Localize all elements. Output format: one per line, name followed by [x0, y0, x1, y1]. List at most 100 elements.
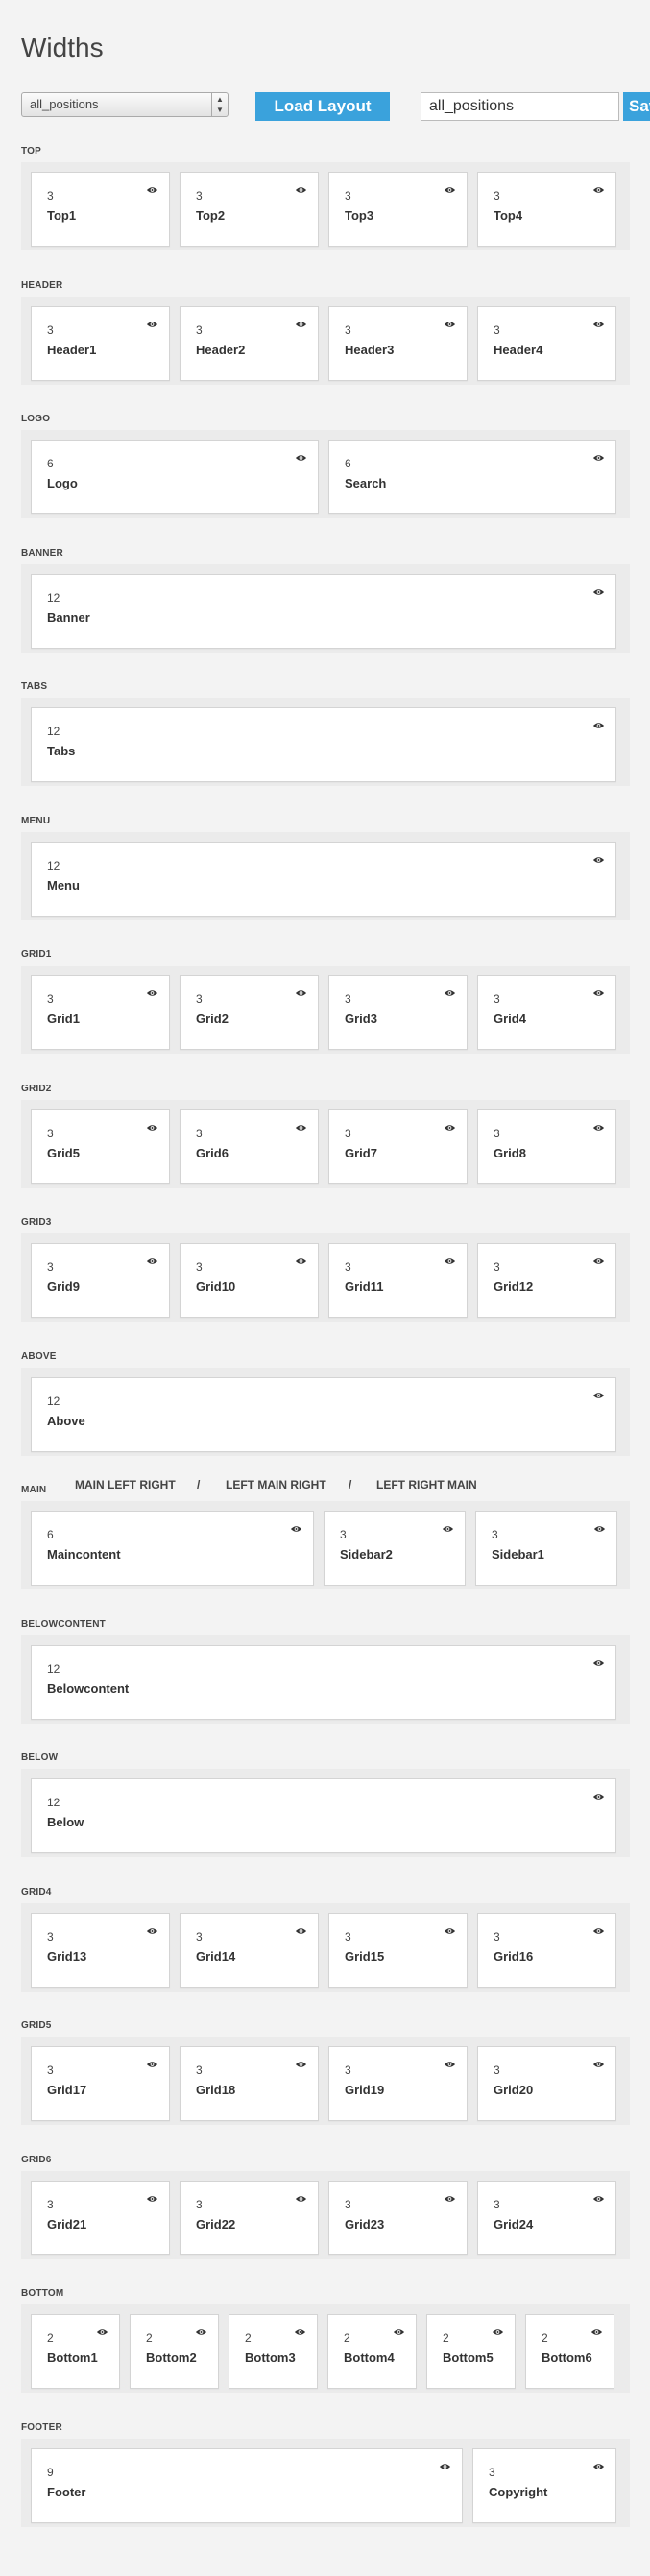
eye-icon[interactable]: [146, 2190, 158, 2202]
eye-icon[interactable]: [592, 985, 605, 996]
position-card-grid22[interactable]: 3 Grid22: [180, 2181, 319, 2255]
eye-icon[interactable]: [146, 1119, 158, 1131]
eye-icon[interactable]: [195, 2324, 207, 2335]
eye-icon[interactable]: [96, 2324, 108, 2335]
eye-icon[interactable]: [592, 1252, 605, 1264]
position-card-menu[interactable]: 12 Menu: [31, 842, 616, 917]
position-card-footer[interactable]: 9 Footer: [31, 2448, 463, 2523]
position-card-grid17[interactable]: 3 Grid17: [31, 2046, 170, 2121]
eye-icon[interactable]: [295, 181, 307, 193]
position-card-top3[interactable]: 3 Top3: [328, 172, 468, 247]
position-card-logo[interactable]: 6 Logo: [31, 440, 319, 514]
position-card-grid11[interactable]: 3 Grid11: [328, 1243, 468, 1318]
layout-option-left-right-main[interactable]: LEFT RIGHT MAIN: [376, 1478, 477, 1491]
eye-icon[interactable]: [444, 1119, 456, 1131]
eye-icon[interactable]: [146, 316, 158, 327]
position-card-grid16[interactable]: 3 Grid16: [477, 1913, 616, 1988]
eye-icon[interactable]: [592, 316, 605, 327]
eye-icon[interactable]: [592, 851, 605, 863]
position-card-grid4[interactable]: 3 Grid4: [477, 975, 616, 1050]
eye-icon[interactable]: [592, 1788, 605, 1800]
eye-icon[interactable]: [295, 1119, 307, 1131]
eye-icon[interactable]: [295, 1922, 307, 1934]
eye-icon[interactable]: [593, 1520, 606, 1532]
position-card-top2[interactable]: 3 Top2: [180, 172, 319, 247]
eye-icon[interactable]: [444, 316, 456, 327]
position-card-grid2[interactable]: 3 Grid2: [180, 975, 319, 1050]
position-card-header4[interactable]: 3 Header4: [477, 306, 616, 381]
position-card-grid19[interactable]: 3 Grid19: [328, 2046, 468, 2121]
eye-icon[interactable]: [492, 2324, 504, 2335]
position-card-header3[interactable]: 3 Header3: [328, 306, 468, 381]
position-card-sidebar1[interactable]: 3 Sidebar1: [475, 1511, 617, 1586]
eye-icon[interactable]: [146, 181, 158, 193]
position-card-grid24[interactable]: 3 Grid24: [477, 2181, 616, 2255]
eye-icon[interactable]: [444, 181, 456, 193]
position-card-bottom6[interactable]: 2 Bottom6: [525, 2314, 614, 2389]
eye-icon[interactable]: [592, 449, 605, 461]
eye-icon[interactable]: [444, 1922, 456, 1934]
save-button[interactable]: Save: [623, 92, 650, 121]
eye-icon[interactable]: [444, 2056, 456, 2067]
eye-icon[interactable]: [295, 2056, 307, 2067]
eye-icon[interactable]: [439, 2458, 451, 2469]
position-card-top4[interactable]: 3 Top4: [477, 172, 616, 247]
load-layout-button[interactable]: Load Layout: [255, 92, 390, 121]
eye-icon[interactable]: [146, 2056, 158, 2067]
position-card-grid15[interactable]: 3 Grid15: [328, 1913, 468, 1988]
position-card-maincontent[interactable]: 6 Maincontent: [31, 1511, 314, 1586]
layout-option-main-left-right[interactable]: MAIN LEFT RIGHT: [75, 1478, 176, 1491]
layout-select[interactable]: all_positions ▲ ▼: [21, 92, 229, 117]
eye-icon[interactable]: [146, 1922, 158, 1934]
eye-icon[interactable]: [294, 2324, 306, 2335]
eye-icon[interactable]: [295, 449, 307, 461]
position-card-copyright[interactable]: 3 Copyright: [472, 2448, 616, 2523]
eye-icon[interactable]: [592, 1387, 605, 1398]
position-card-below[interactable]: 12 Below: [31, 1778, 616, 1853]
position-card-above[interactable]: 12 Above: [31, 1377, 616, 1452]
eye-icon[interactable]: [590, 2324, 603, 2335]
layout-name-input[interactable]: [421, 92, 619, 121]
position-card-header2[interactable]: 3 Header2: [180, 306, 319, 381]
position-card-grid7[interactable]: 3 Grid7: [328, 1109, 468, 1184]
eye-icon[interactable]: [592, 2190, 605, 2202]
eye-icon[interactable]: [592, 1922, 605, 1934]
position-card-tabs[interactable]: 12 Tabs: [31, 707, 616, 782]
eye-icon[interactable]: [592, 1655, 605, 1666]
eye-icon[interactable]: [444, 985, 456, 996]
eye-icon[interactable]: [146, 985, 158, 996]
eye-icon[interactable]: [295, 1252, 307, 1264]
position-card-grid12[interactable]: 3 Grid12: [477, 1243, 616, 1318]
position-card-banner[interactable]: 12 Banner: [31, 574, 616, 649]
position-card-grid21[interactable]: 3 Grid21: [31, 2181, 170, 2255]
position-card-top1[interactable]: 3 Top1: [31, 172, 170, 247]
position-card-grid1[interactable]: 3 Grid1: [31, 975, 170, 1050]
eye-icon[interactable]: [592, 717, 605, 728]
position-card-grid18[interactable]: 3 Grid18: [180, 2046, 319, 2121]
eye-icon[interactable]: [290, 1520, 302, 1532]
position-card-grid23[interactable]: 3 Grid23: [328, 2181, 468, 2255]
eye-icon[interactable]: [444, 2190, 456, 2202]
position-card-search[interactable]: 6 Search: [328, 440, 616, 514]
layout-option-left-main-right[interactable]: LEFT MAIN RIGHT: [226, 1478, 326, 1491]
eye-icon[interactable]: [592, 181, 605, 193]
eye-icon[interactable]: [592, 1119, 605, 1131]
position-card-bottom4[interactable]: 2 Bottom4: [327, 2314, 417, 2389]
eye-icon[interactable]: [444, 1252, 456, 1264]
position-card-grid9[interactable]: 3 Grid9: [31, 1243, 170, 1318]
position-card-bottom2[interactable]: 2 Bottom2: [130, 2314, 219, 2389]
eye-icon[interactable]: [295, 316, 307, 327]
position-card-grid20[interactable]: 3 Grid20: [477, 2046, 616, 2121]
position-card-grid14[interactable]: 3 Grid14: [180, 1913, 319, 1988]
position-card-grid6[interactable]: 3 Grid6: [180, 1109, 319, 1184]
eye-icon[interactable]: [146, 1252, 158, 1264]
position-card-sidebar2[interactable]: 3 Sidebar2: [324, 1511, 466, 1586]
position-card-grid8[interactable]: 3 Grid8: [477, 1109, 616, 1184]
position-card-grid3[interactable]: 3 Grid3: [328, 975, 468, 1050]
position-card-header1[interactable]: 3 Header1: [31, 306, 170, 381]
position-card-grid10[interactable]: 3 Grid10: [180, 1243, 319, 1318]
position-card-bottom5[interactable]: 2 Bottom5: [426, 2314, 516, 2389]
eye-icon[interactable]: [295, 2190, 307, 2202]
eye-icon[interactable]: [393, 2324, 405, 2335]
eye-icon[interactable]: [442, 1520, 454, 1532]
